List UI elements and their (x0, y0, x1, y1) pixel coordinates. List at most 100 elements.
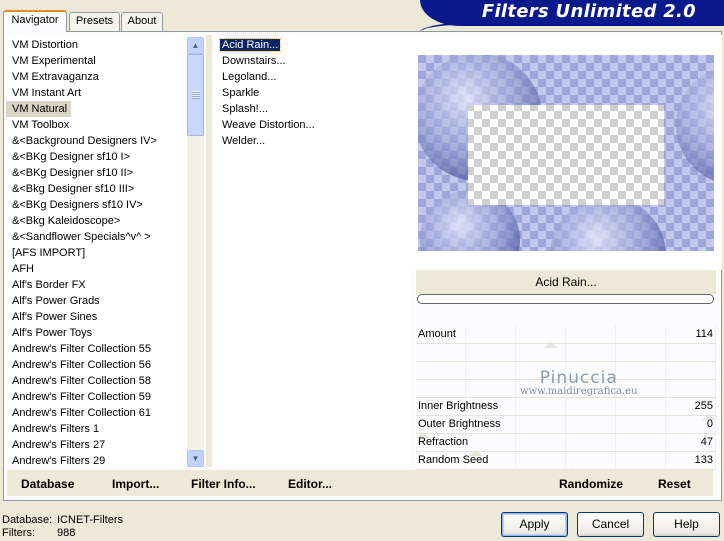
category-item[interactable]: Alf's Border FX (6, 277, 204, 293)
tab-navigator[interactable]: Navigator (3, 10, 67, 32)
banner-title: Filters Unlimited 2.0 (481, 1, 696, 22)
filter-label: Splash!... (222, 103, 268, 115)
tab-about[interactable]: About (121, 12, 163, 31)
category-item[interactable]: Andrew's Filters 29 (6, 453, 204, 467)
category-item[interactable]: &<BKg Designer sf10 I> (6, 149, 204, 165)
category-item[interactable]: Andrew's Filters 27 (6, 437, 204, 453)
category-list[interactable]: VM Distortion VM Experimental VM Extravaga… (6, 35, 204, 467)
category-label: Andrew's Filters 27 (12, 439, 106, 451)
category-label: Andrew's Filter Collection 56 (12, 359, 152, 371)
tab-presets[interactable]: Presets (69, 12, 120, 31)
list-divider (206, 35, 212, 467)
parameter-slider[interactable] (416, 344, 716, 362)
category-item[interactable]: VM Distortion (6, 37, 204, 53)
scroll-up-button[interactable]: ▲ (187, 37, 204, 54)
category-item[interactable]: Alf's Power Toys (6, 325, 204, 341)
filter-list[interactable]: Acid Rain... Downstairs... Legoland... Spar… (214, 35, 410, 467)
parameter-slider[interactable]: Refraction 47 (416, 434, 716, 456)
category-label: Andrew's Filters 29 (12, 455, 106, 467)
parameter-value: 255 (694, 400, 713, 412)
category-label: Andrew's Filter Collection 61 (12, 407, 152, 419)
parameter-value: 47 (700, 436, 713, 448)
database-label: Database: (2, 514, 53, 526)
filter-item[interactable]: Splash!... (214, 101, 410, 117)
category-label: Andrew's Filters 1 (12, 423, 100, 435)
filter-label: Legoland... (222, 71, 277, 83)
scroll-thumb[interactable] (187, 54, 204, 136)
chevron-down-icon: ▼ (191, 454, 200, 463)
parameter-value: 0 (706, 418, 713, 430)
category-item[interactable]: Alf's Power Sines (6, 309, 204, 325)
category-item[interactable]: Alf's Power Grads (6, 293, 204, 309)
category-item[interactable]: VM Experimental (6, 53, 204, 69)
category-item[interactable]: Andrew's Filter Collection 58 (6, 373, 204, 389)
parameter-label: Outer Brightness (418, 418, 501, 430)
category-item[interactable]: &<BKg Designers sf10 IV> (6, 197, 204, 213)
parameter-slider[interactable]: Inner Brightness 255 (416, 398, 716, 420)
category-item[interactable]: &<Bkg Kaleidoscope> (6, 213, 204, 229)
apply-button[interactable]: Apply (501, 512, 568, 537)
scroll-down-button[interactable]: ▼ (187, 450, 204, 467)
category-item[interactable]: Andrew's Filter Collection 59 (6, 389, 204, 405)
filter-item[interactable]: Sparkle (214, 85, 410, 101)
category-item[interactable]: VM Instant Art (6, 85, 204, 101)
category-item[interactable]: &<Bkg Designer sf10 III> (6, 181, 204, 197)
slider-track (416, 380, 716, 398)
category-item[interactable]: VM Toolbox (6, 117, 204, 133)
category-label: &<Bkg Kaleidoscope> (12, 215, 121, 227)
parameter-slider[interactable]: Random Seed 133 (416, 452, 716, 474)
category-label: &<Sandflower Specials^v^ > (12, 231, 151, 243)
category-item[interactable]: Andrew's Filter Collection 55 (6, 341, 204, 357)
filter-label: Welder... (222, 135, 266, 147)
category-item[interactable]: VM Extravaganza (6, 69, 204, 85)
help-button[interactable]: Help (653, 512, 720, 537)
parameter-label: Refraction (418, 436, 469, 448)
parameter-slider[interactable] (416, 362, 716, 380)
category-scrollbar[interactable]: ▲ ▼ (187, 37, 204, 467)
filter-item[interactable]: Welder... (214, 133, 410, 149)
parameter-slider[interactable]: Amount 114 (416, 326, 716, 348)
category-label: Andrew's Filter Collection 58 (12, 375, 152, 387)
category-item[interactable]: Andrew's Filters 1 (6, 421, 204, 437)
category-label: VM Toolbox (12, 119, 70, 131)
category-label: AFH (12, 263, 34, 275)
filters-count: 988 (57, 527, 76, 539)
category-label: &<BKg Designers sf10 IV> (12, 199, 143, 211)
category-label: Alf's Power Toys (12, 327, 93, 339)
parameter-slider[interactable] (416, 380, 716, 398)
category-item[interactable]: &<Sandflower Specials^v^ > (6, 229, 204, 245)
parameter-label: Amount (418, 328, 456, 340)
category-label: Andrew's Filter Collection 59 (12, 391, 152, 403)
grip-icon (192, 91, 200, 99)
category-label: Andrew's Filter Collection 55 (12, 343, 152, 355)
category-label: VM Natural (6, 101, 72, 117)
chevron-up-icon: ▲ (191, 41, 200, 50)
category-item[interactable]: &<Background Designers IV> (6, 133, 204, 149)
category-item[interactable]: Andrew's Filter Collection 61 (6, 405, 204, 421)
progress-bar (417, 294, 714, 304)
category-label: Alf's Power Grads (12, 295, 100, 307)
parameter-slider[interactable]: Outer Brightness 0 (416, 416, 716, 438)
filter-item[interactable]: Downstairs... (214, 53, 410, 69)
cancel-button[interactable]: Cancel (577, 512, 644, 537)
category-item[interactable]: [AFS IMPORT] (6, 245, 204, 261)
category-label: &<BKg Designer sf10 I> (12, 151, 131, 163)
filter-item[interactable]: Weave Distortion... (214, 117, 410, 133)
database-button[interactable]: Database (21, 477, 74, 491)
category-item[interactable]: &<BKg Designer sf10 II> (6, 165, 204, 181)
category-label: &<BKg Designer sf10 II> (12, 167, 134, 179)
category-label: &<Background Designers IV> (12, 135, 157, 147)
parameter-label: Inner Brightness (418, 400, 499, 412)
filter-item[interactable]: Acid Rain... (214, 37, 410, 53)
category-item[interactable]: VM Natural (6, 101, 204, 117)
editor-button[interactable]: Editor... (288, 477, 332, 491)
filter-info-button[interactable]: Filter Info... (191, 477, 256, 491)
randomize-button[interactable]: Randomize (559, 477, 623, 491)
category-item[interactable]: Andrew's Filter Collection 56 (6, 357, 204, 373)
parameter-value: 133 (694, 454, 713, 466)
import-button[interactable]: Import... (112, 477, 159, 491)
filter-item[interactable]: Legoland... (214, 69, 410, 85)
reset-button[interactable]: Reset (658, 477, 691, 491)
bottom-toolbar: Database Import... Filter Info... Editor… (7, 470, 713, 496)
category-item[interactable]: AFH (6, 261, 204, 277)
